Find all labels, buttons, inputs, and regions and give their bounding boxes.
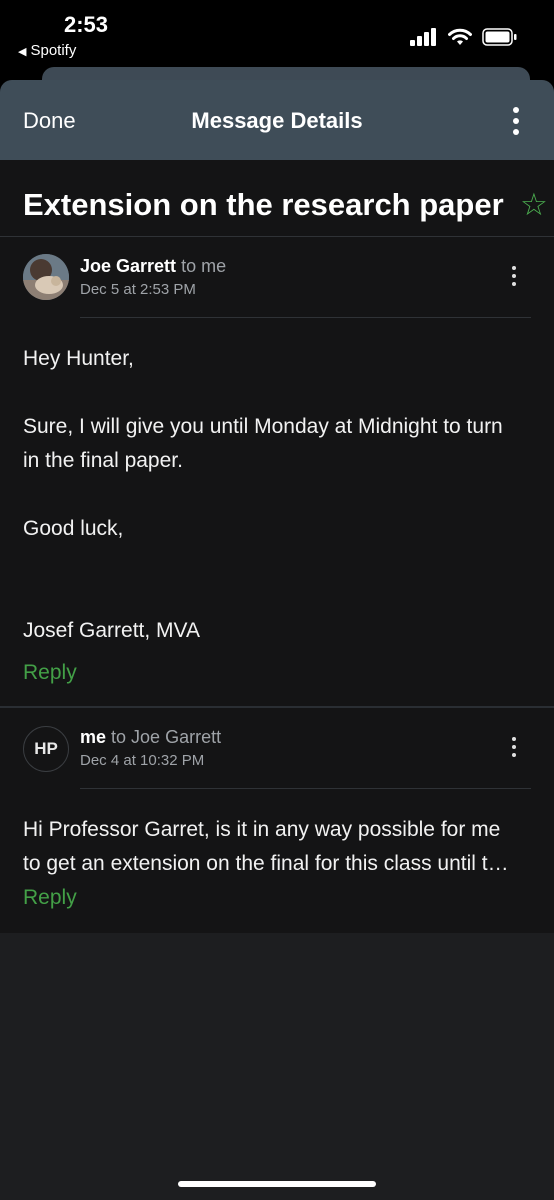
sender-name: Joe Garrett: [80, 256, 177, 276]
status-time: 2:53: [64, 12, 109, 37]
body-paragraph: Hey Hunter,: [23, 347, 134, 370]
navigation-bar: Done Message Details: [0, 80, 554, 160]
preview-line: Hi Professor Garret, is it in any way po…: [23, 818, 501, 841]
avatar: [23, 254, 69, 300]
sender-line: Joe Garrett to me: [80, 256, 226, 277]
more-options-icon[interactable]: [512, 107, 520, 135]
message-more-icon[interactable]: [512, 266, 516, 286]
signal-icon: [410, 28, 436, 46]
body-paragraph: Good luck,: [23, 517, 124, 540]
back-triangle-icon: ◀: [18, 46, 27, 58]
message-date: Dec 5 at 2:53 PM: [80, 281, 196, 298]
body-paragraph: Sure, I will give you until Monday at Mi…: [23, 415, 503, 472]
message-header[interactable]: HP me to Joe Garrett Dec 4 at 10:32 PM: [0, 708, 554, 788]
recipient-text: to Joe Garrett: [111, 727, 222, 747]
home-indicator: [178, 1181, 376, 1187]
reply-button[interactable]: Reply: [0, 656, 554, 690]
subject-row: Extension on the research paper ☆: [0, 160, 554, 237]
message-item: HP me to Joe Garrett Dec 4 at 10:32 PM H…: [0, 708, 554, 933]
status-icons: [410, 28, 518, 46]
preview-line: to get an extension on the final for thi…: [23, 852, 509, 875]
wifi-icon: [448, 28, 472, 45]
reply-button[interactable]: Reply: [0, 881, 554, 915]
recipient-text: to me: [181, 256, 227, 276]
star-icon[interactable]: ☆: [520, 187, 548, 223]
message-preview[interactable]: Hi Professor Garret, is it in any way po…: [0, 789, 554, 881]
message-body: Hey Hunter, Sure, I will give you until …: [0, 318, 554, 648]
sender-line: me to Joe Garrett: [80, 727, 221, 748]
signature: Josef Garrett, MVA: [23, 619, 200, 642]
message-thread: Extension on the research paper ☆ Joe Ga…: [0, 160, 554, 933]
message-date: Dec 4 at 10:32 PM: [80, 752, 205, 769]
message-item: Joe Garrett to me Dec 5 at 2:53 PM Hey H…: [0, 237, 554, 708]
back-app-label: Spotify: [30, 42, 77, 59]
message-header[interactable]: Joe Garrett to me Dec 5 at 2:53 PM: [0, 237, 554, 317]
avatar-initials: HP: [23, 726, 69, 772]
message-details-sheet: Done Message Details Extension on the re…: [0, 80, 554, 1200]
back-to-app-link[interactable]: ◀ Spotify: [18, 42, 76, 59]
email-subject: Extension on the research paper: [23, 187, 504, 222]
message-more-icon[interactable]: [512, 737, 516, 757]
sender-name: me: [80, 727, 107, 747]
page-title: Message Details: [191, 108, 363, 133]
battery-icon: [482, 28, 517, 46]
status-bar: 2:53 ◀ Spotify: [0, 0, 554, 66]
